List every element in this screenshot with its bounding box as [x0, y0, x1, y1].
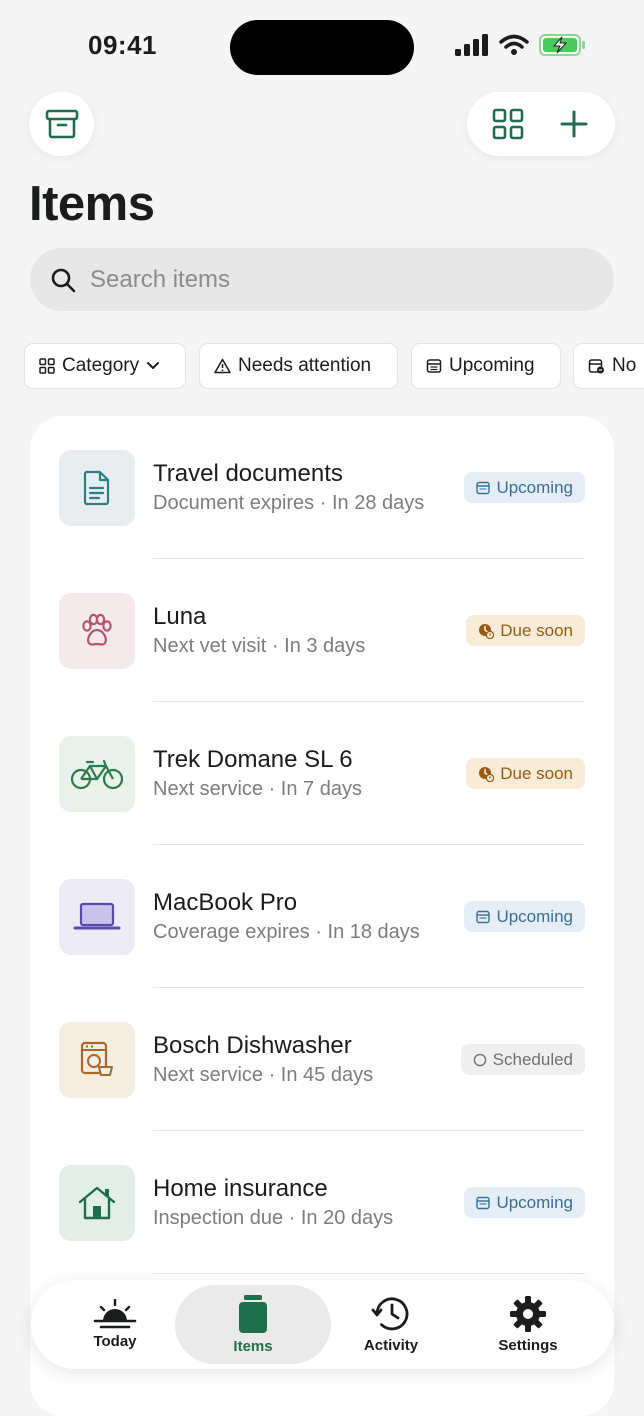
- clock-alert-icon: [479, 623, 495, 639]
- tab-activity[interactable]: Activity: [343, 1280, 439, 1369]
- calendar-icon: [476, 910, 491, 923]
- status-time: 09:41: [88, 30, 157, 60]
- item-subtitle: Next service · In 7 days: [153, 778, 362, 800]
- filter-chip-upcoming[interactable]: Upcoming: [411, 343, 561, 389]
- item-thumbnail: [59, 879, 135, 955]
- tab-bar: Today Items Activity Settings: [31, 1280, 614, 1369]
- search-bar[interactable]: [30, 248, 614, 311]
- status-badge: Scheduled: [460, 1044, 585, 1075]
- item-subtitle: Next service · In 45 days: [153, 1064, 374, 1086]
- filter-chip-category[interactable]: Category: [24, 343, 186, 389]
- calendar-icon: [426, 359, 442, 373]
- status-badge: Upcoming: [464, 901, 585, 932]
- item-title: Travel documents: [153, 460, 343, 487]
- tab-items[interactable]: Items: [205, 1280, 301, 1369]
- item-title: Home insurance: [153, 1175, 328, 1202]
- grid-view-button[interactable]: [482, 98, 534, 150]
- cellular-signal-icon: [455, 34, 488, 56]
- filter-chip-no-date[interactable]: No: [573, 343, 644, 389]
- item-subtitle: Inspection due · In 20 days: [153, 1207, 394, 1229]
- status-badge: Due soon: [466, 615, 585, 646]
- status-badge: Due soon: [466, 758, 585, 789]
- plus-icon: [560, 110, 588, 138]
- item-title: Luna: [153, 603, 207, 630]
- item-title: Bosch Dishwasher: [153, 1032, 352, 1059]
- filter-chip-label: Upcoming: [449, 355, 535, 376]
- status-badge-label: Due soon: [500, 763, 573, 783]
- filter-chips: Category Needs attention Upcoming No: [24, 343, 644, 389]
- status-badge-label: Scheduled: [492, 1049, 573, 1069]
- items-list: Travel documents Document expires · In 2…: [30, 416, 614, 1416]
- list-item[interactable]: Travel documents Document expires · In 2…: [30, 416, 614, 559]
- add-item-button[interactable]: [548, 98, 600, 150]
- dishwasher-icon: [80, 1041, 113, 1076]
- calendar-icon: [476, 1196, 491, 1209]
- filter-chip-needs-attention[interactable]: Needs attention: [199, 343, 398, 389]
- item-title: MacBook Pro: [153, 889, 298, 916]
- item-subtitle: Document expires · In 28 days: [153, 492, 425, 514]
- header-actions: [467, 92, 615, 156]
- item-title: Trek Domane SL 6: [153, 746, 353, 773]
- paw-icon: [82, 613, 112, 646]
- tab-today[interactable]: Today: [67, 1280, 163, 1369]
- clock-alert-icon: [479, 766, 495, 782]
- filter-chip-label: Needs attention: [238, 355, 372, 376]
- filter-chip-label: Category: [62, 355, 140, 376]
- document-icon: [83, 470, 110, 506]
- status-icons: [455, 34, 587, 56]
- grid-view-icon: [492, 108, 524, 140]
- search-input[interactable]: [88, 264, 572, 295]
- status-badge: Upcoming: [464, 472, 585, 503]
- list-item[interactable]: Trek Domane SL 6 Next service · In 7 day…: [30, 702, 614, 845]
- list-item[interactable]: MacBook Pro Coverage expires · In 18 day…: [30, 845, 614, 988]
- archive-box-icon: [45, 109, 78, 139]
- item-thumbnail: [59, 450, 135, 526]
- item-subtitle: Coverage expires · In 18 days: [153, 921, 420, 943]
- grid-icon: [39, 358, 55, 374]
- status-badge-label: Upcoming: [496, 1192, 573, 1212]
- page-title: Items: [29, 177, 155, 231]
- jar-icon: [239, 1295, 267, 1333]
- tab-label: Today: [93, 1333, 137, 1350]
- status-badge-label: Upcoming: [496, 477, 573, 497]
- dynamic-island: [230, 20, 414, 75]
- status-badge-label: Upcoming: [496, 906, 573, 926]
- item-thumbnail: [59, 593, 135, 669]
- bicycle-icon: [70, 759, 124, 790]
- list-item[interactable]: Luna Next vet visit · In 3 days Due soon: [30, 559, 614, 702]
- tab-label: Items: [233, 1338, 273, 1355]
- status-badge-label: Due soon: [500, 620, 573, 640]
- tab-settings[interactable]: Settings: [480, 1280, 576, 1369]
- list-item[interactable]: Home insurance Inspection due · In 20 da…: [30, 1131, 614, 1274]
- gear-icon: [510, 1296, 546, 1332]
- house-icon: [78, 1186, 116, 1220]
- status-bar: 09:41: [0, 0, 644, 96]
- calendar-x-icon: [588, 359, 604, 374]
- archive-button[interactable]: [29, 92, 94, 156]
- item-subtitle: Next vet visit · In 3 days: [153, 635, 366, 657]
- search-icon: [51, 268, 76, 292]
- wifi-icon: [499, 34, 529, 55]
- tab-label: Activity: [363, 1337, 419, 1354]
- laptop-icon: [73, 902, 121, 930]
- history-clock-icon: [371, 1297, 409, 1331]
- calendar-icon: [476, 481, 491, 494]
- item-thumbnail: [59, 1022, 135, 1098]
- circle-icon: [473, 1053, 486, 1066]
- warning-triangle-icon: [214, 358, 231, 374]
- item-thumbnail: [59, 736, 135, 812]
- filter-chip-label: No: [612, 355, 637, 376]
- battery-charging-icon: [539, 34, 585, 56]
- chevron-down-icon: [147, 362, 160, 369]
- divider: [153, 1273, 585, 1274]
- list-item[interactable]: Bosch Dishwasher Next service · In 45 da…: [30, 988, 614, 1131]
- item-thumbnail: [59, 1165, 135, 1241]
- status-badge: Upcoming: [464, 1187, 585, 1218]
- sunrise-icon: [93, 1299, 137, 1329]
- tab-label: Settings: [498, 1337, 558, 1354]
